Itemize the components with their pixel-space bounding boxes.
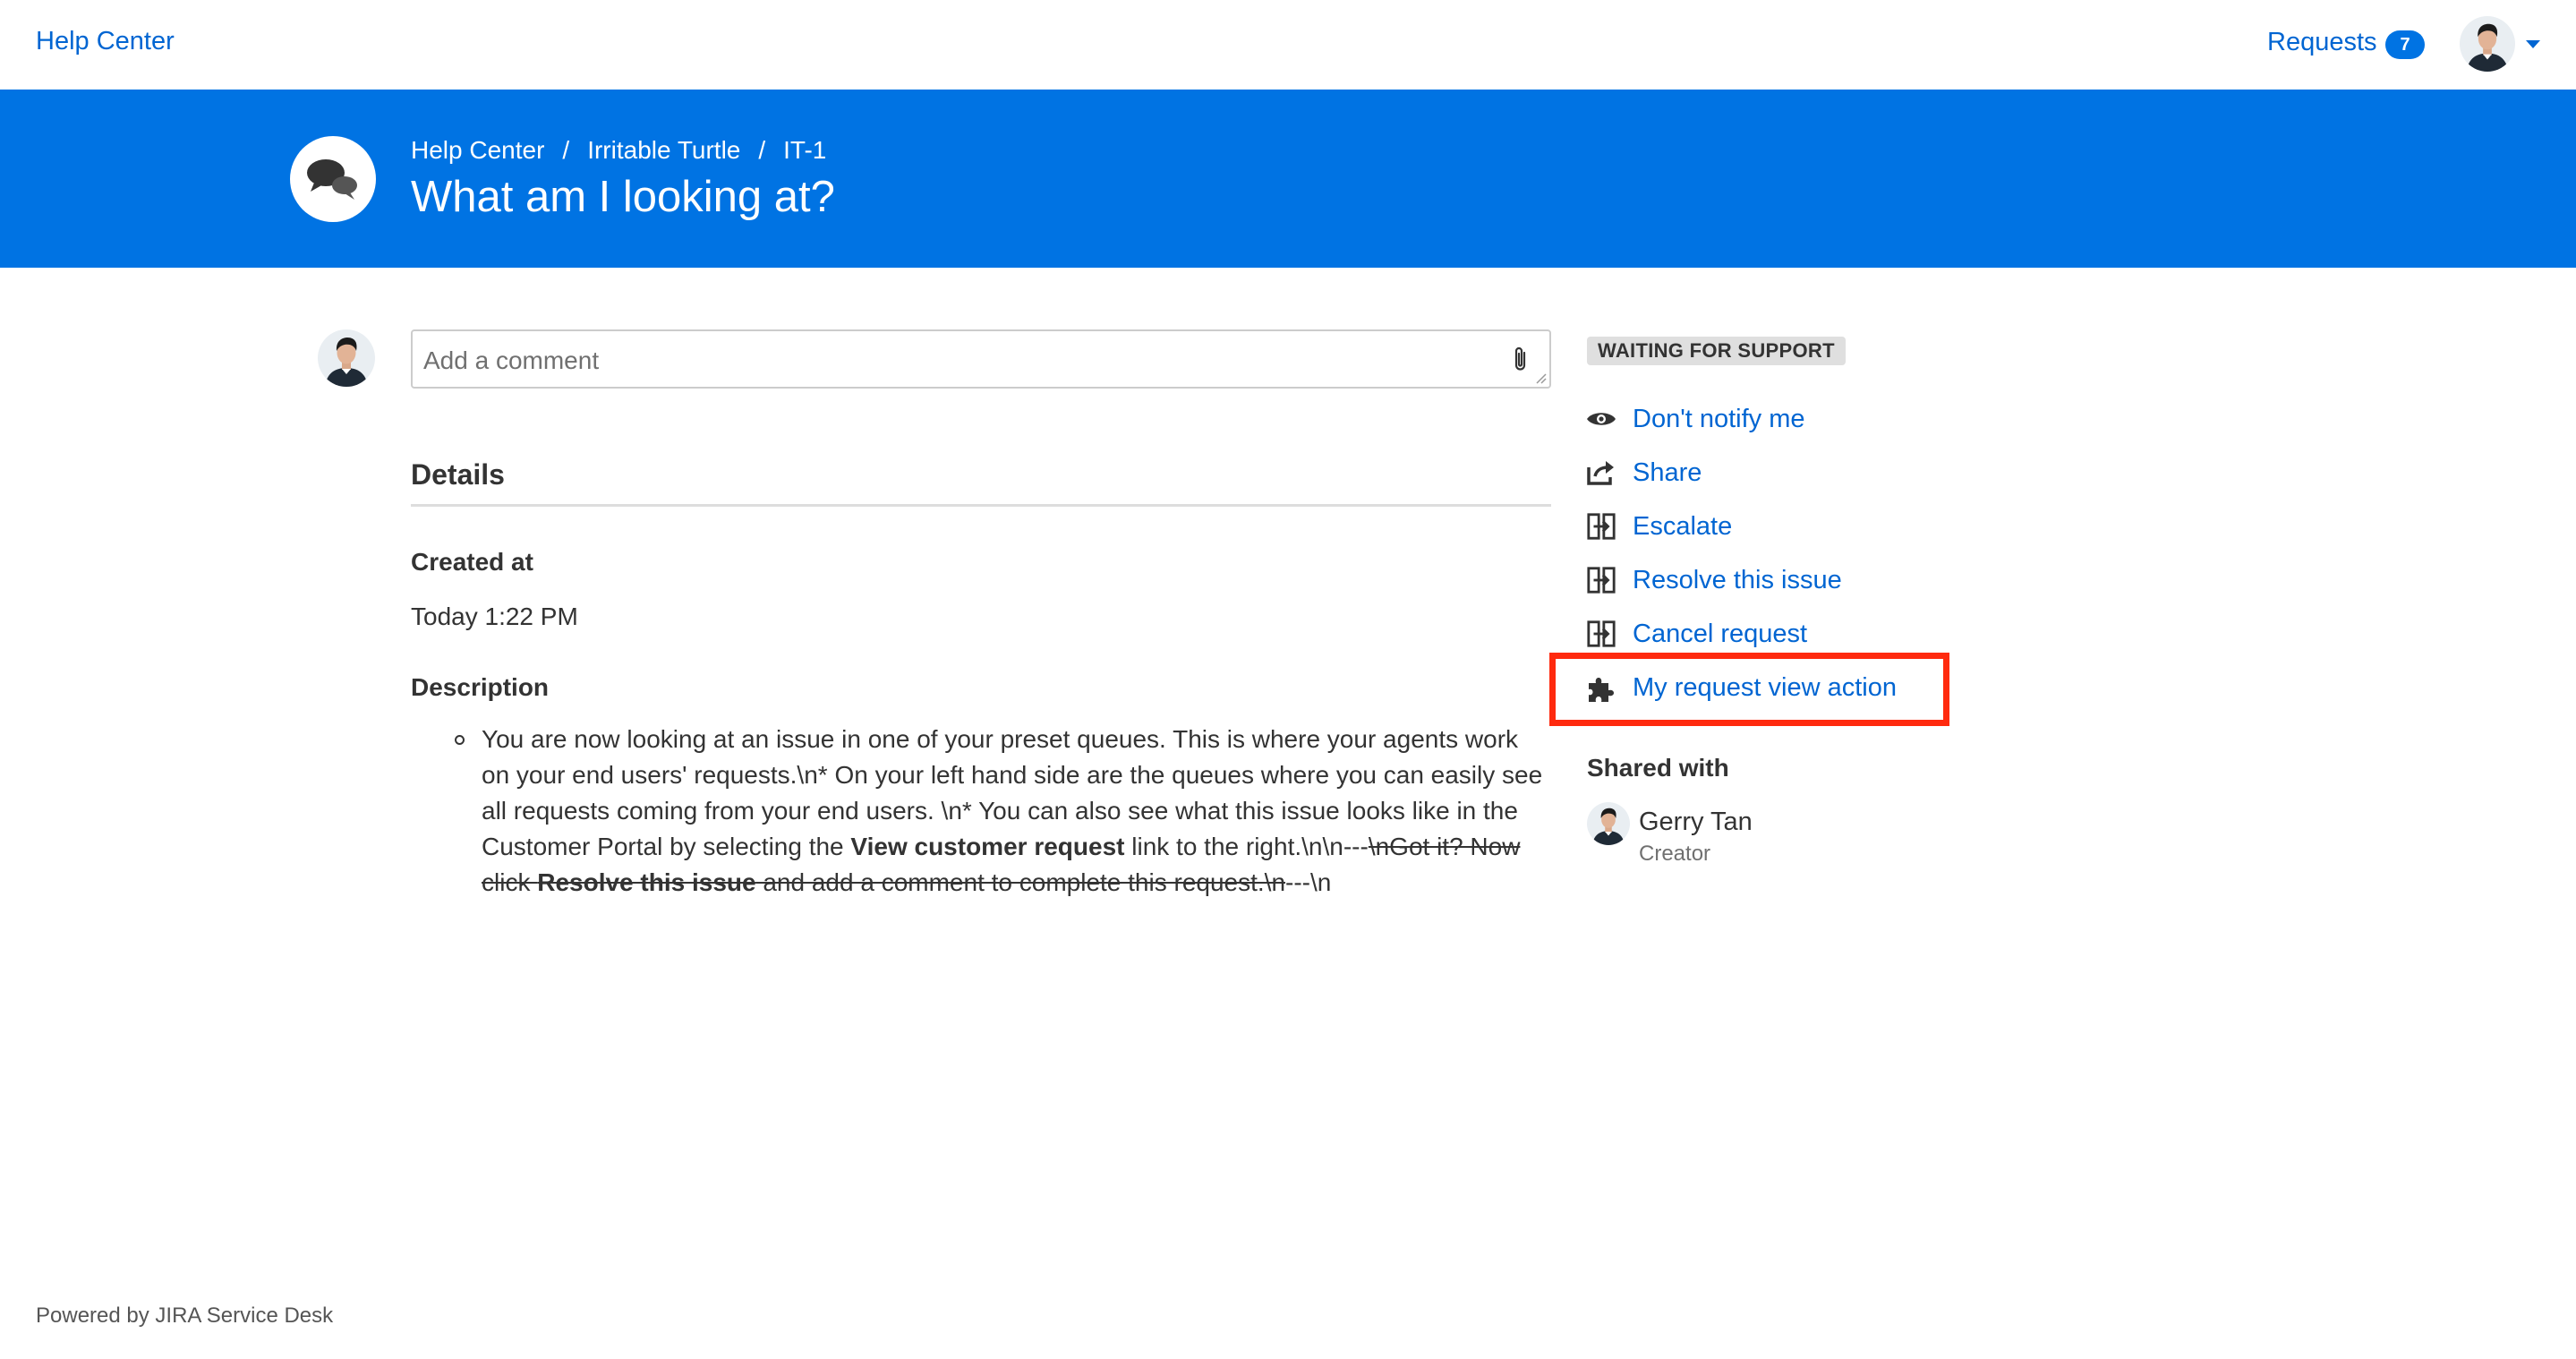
highlight-annotation xyxy=(1549,653,1949,726)
breadcrumb: Help Center / Irritable Turtle / IT-1 xyxy=(411,136,826,165)
comment-input[interactable]: Add a comment xyxy=(411,329,1551,389)
description-label: Description xyxy=(411,673,550,701)
page-title: What am I looking at? xyxy=(411,173,835,221)
top-navigation-bar: Help Center Requests 7 xyxy=(0,0,2576,90)
breadcrumb-issue-key[interactable]: IT-1 xyxy=(783,136,826,165)
action-label: Cancel request xyxy=(1633,619,1808,648)
avatar-icon xyxy=(318,329,375,387)
transition-icon xyxy=(1585,510,1617,543)
resize-handle-icon[interactable] xyxy=(1534,372,1547,384)
breadcrumb-project[interactable]: Irritable Turtle xyxy=(587,136,740,165)
action-label: Escalate xyxy=(1633,511,1733,541)
created-at-value: Today 1:22 PM xyxy=(411,603,578,630)
description-strikethrough-bold: Resolve this issue xyxy=(537,868,756,896)
requests-count-badge[interactable]: 7 xyxy=(2385,30,2425,59)
commenter-avatar xyxy=(318,329,375,387)
avatar-icon xyxy=(1587,802,1630,845)
share-icon xyxy=(1585,457,1617,489)
description-strikethrough-segment: and add a comment to complete this reque… xyxy=(755,868,1286,896)
status-badge: WAITING FOR SUPPORT xyxy=(1587,337,1846,365)
transition-icon xyxy=(1585,618,1617,650)
details-divider xyxy=(411,504,1551,507)
avatar-icon xyxy=(2460,16,2515,72)
description-bold-text: View customer request xyxy=(850,833,1125,860)
breadcrumb-separator: / xyxy=(758,136,766,164)
participant-name: Gerry Tan xyxy=(1639,808,1753,836)
description-text: ---\n xyxy=(1285,868,1332,896)
cancel-request-action[interactable]: Cancel request xyxy=(1585,616,1807,652)
breadcrumb-separator: / xyxy=(562,136,570,164)
share-action[interactable]: Share xyxy=(1585,455,1702,491)
participant-role: Creator xyxy=(1639,842,1711,866)
description-text: link to the right.\n\n--- xyxy=(1124,833,1369,860)
comment-placeholder: Add a comment xyxy=(423,346,600,374)
request-header-banner: Help Center / Irritable Turtle / IT-1 Wh… xyxy=(0,90,2576,268)
created-at-label: Created at xyxy=(411,548,533,576)
shared-with-heading: Shared with xyxy=(1587,754,1729,782)
action-label: Don't notify me xyxy=(1633,404,1805,433)
bullet-icon xyxy=(455,735,465,745)
list-item: You are now looking at an issue in one o… xyxy=(455,722,1552,901)
breadcrumb-help-center[interactable]: Help Center xyxy=(411,136,544,165)
resolve-issue-action[interactable]: Resolve this issue xyxy=(1585,562,1842,598)
user-avatar-menu[interactable] xyxy=(2460,16,2515,72)
transition-icon xyxy=(1585,564,1617,596)
action-label: Resolve this issue xyxy=(1633,565,1842,594)
participant-avatar xyxy=(1587,802,1630,845)
help-center-home-link[interactable]: Help Center xyxy=(36,27,175,56)
dont-notify-me-action[interactable]: Don't notify me xyxy=(1585,401,1805,437)
description-body: You are now looking at an issue in one o… xyxy=(455,722,1552,901)
eye-icon xyxy=(1585,403,1617,435)
action-label: Share xyxy=(1633,457,1702,487)
paperclip-icon[interactable] xyxy=(1512,346,1530,374)
details-heading: Details xyxy=(411,458,505,491)
chat-bubbles-icon xyxy=(307,159,357,200)
chevron-down-icon[interactable] xyxy=(2526,40,2540,48)
project-logo xyxy=(290,136,376,222)
escalate-action[interactable]: Escalate xyxy=(1585,509,1732,544)
requests-link[interactable]: Requests xyxy=(2267,28,2377,57)
footer-powered-by: Powered by JIRA Service Desk xyxy=(36,1303,334,1328)
